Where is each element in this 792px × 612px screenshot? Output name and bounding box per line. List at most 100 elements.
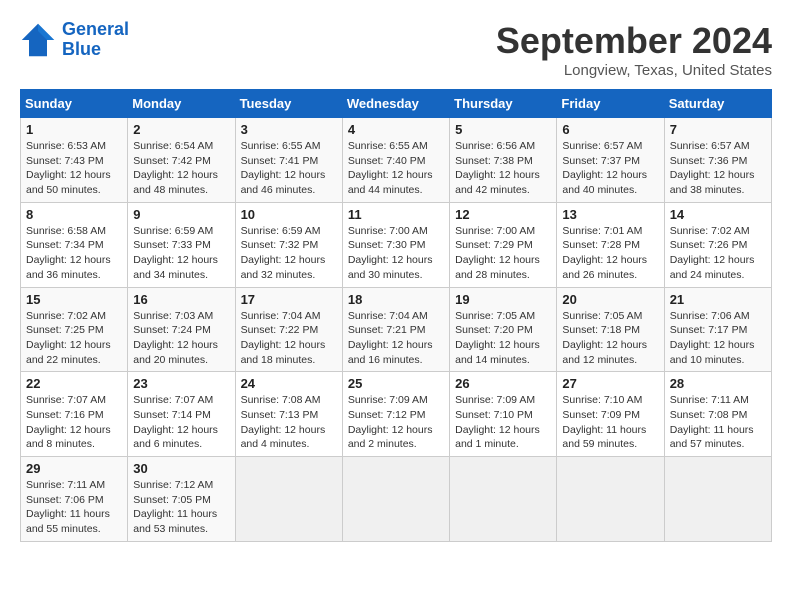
day-number: 17: [241, 292, 337, 307]
day-info: Sunrise: 7:10 AMSunset: 7:09 PMDaylight:…: [562, 393, 658, 452]
calendar-cell: [557, 457, 664, 542]
calendar-cell: 9 Sunrise: 6:59 AMSunset: 7:33 PMDaylight…: [128, 202, 235, 287]
calendar-week-row: 29Sunrise: 7:11 AMSunset: 7:06 PMDayligh…: [21, 457, 772, 542]
calendar-cell: 2Sunrise: 6:54 AMSunset: 7:42 PMDaylight…: [128, 118, 235, 203]
column-header-sunday: Sunday: [21, 90, 128, 118]
column-header-tuesday: Tuesday: [235, 90, 342, 118]
calendar-cell: 10Sunrise: 6:59 AMSunset: 7:32 PMDayligh…: [235, 202, 342, 287]
day-info: Sunrise: 7:07 AMSunset: 7:16 PMDaylight:…: [26, 393, 122, 452]
calendar-cell: 22 Sunrise: 7:07 AMSunset: 7:16 PMDayligh…: [21, 372, 128, 457]
calendar-cell: 20Sunrise: 7:05 AMSunset: 7:18 PMDayligh…: [557, 287, 664, 372]
day-info: Sunrise: 7:09 AMSunset: 7:10 PMDaylight:…: [455, 393, 551, 452]
day-info: Sunrise: 7:01 AMSunset: 7:28 PMDaylight:…: [562, 224, 658, 283]
day-info: Sunrise: 7:02 AMSunset: 7:25 PMDaylight:…: [26, 309, 122, 368]
column-header-wednesday: Wednesday: [342, 90, 449, 118]
calendar-cell: 17 Sunrise: 7:04 AMSunset: 7:22 PMDayligh…: [235, 287, 342, 372]
day-number: 20: [562, 292, 658, 307]
day-number: 13: [562, 207, 658, 222]
day-number: 2: [133, 122, 229, 137]
calendar-cell: 26 Sunrise: 7:09 AMSunset: 7:10 PMDayligh…: [450, 372, 557, 457]
column-header-saturday: Saturday: [664, 90, 771, 118]
day-number: 24: [241, 376, 337, 391]
day-number: 11: [348, 207, 444, 222]
calendar-week-row: 1Sunrise: 6:53 AMSunset: 7:43 PMDaylight…: [21, 118, 772, 203]
calendar-cell: 25Sunrise: 7:09 AMSunset: 7:12 PMDayligh…: [342, 372, 449, 457]
day-number: 28: [670, 376, 766, 391]
calendar-cell: 19 Sunrise: 7:05 AMSunset: 7:20 PMDayligh…: [450, 287, 557, 372]
day-info: Sunrise: 7:00 AMSunset: 7:29 PMDaylight:…: [455, 224, 551, 283]
day-info: Sunrise: 6:56 AMSunset: 7:38 PMDaylight:…: [455, 139, 551, 198]
calendar-week-row: 8 Sunrise: 6:58 AMSunset: 7:34 PMDaylight…: [21, 202, 772, 287]
day-number: 14: [670, 207, 766, 222]
day-info: Sunrise: 7:02 AMSunset: 7:26 PMDaylight:…: [670, 224, 766, 283]
calendar-cell: 5 Sunrise: 6:56 AMSunset: 7:38 PMDaylight…: [450, 118, 557, 203]
day-info: Sunrise: 7:05 AMSunset: 7:20 PMDaylight:…: [455, 309, 551, 368]
calendar-cell: [235, 457, 342, 542]
logo-icon: [20, 22, 56, 58]
day-info: Sunrise: 6:57 AMSunset: 7:36 PMDaylight:…: [670, 139, 766, 198]
calendar-header-row: SundayMondayTuesdayWednesdayThursdayFrid…: [21, 90, 772, 118]
title-block: September 2024 Longview, Texas, United S…: [496, 20, 772, 79]
calendar-cell: 29Sunrise: 7:11 AMSunset: 7:06 PMDayligh…: [21, 457, 128, 542]
calendar-week-row: 22 Sunrise: 7:07 AMSunset: 7:16 PMDayligh…: [21, 372, 772, 457]
day-number: 18: [348, 292, 444, 307]
day-info: Sunrise: 7:08 AMSunset: 7:13 PMDaylight:…: [241, 393, 337, 452]
day-info: Sunrise: 6:59 AMSunset: 7:33 PMDaylight:…: [133, 224, 229, 283]
day-number: 21: [670, 292, 766, 307]
calendar-cell: 16 Sunrise: 7:03 AMSunset: 7:24 PMDayligh…: [128, 287, 235, 372]
day-number: 6: [562, 122, 658, 137]
day-number: 16: [133, 292, 229, 307]
day-info: Sunrise: 7:04 AMSunset: 7:21 PMDaylight:…: [348, 309, 444, 368]
day-number: 25: [348, 376, 444, 391]
day-info: Sunrise: 7:11 AMSunset: 7:08 PMDaylight:…: [670, 393, 766, 452]
calendar-cell: 30Sunrise: 7:12 AMSunset: 7:05 PMDayligh…: [128, 457, 235, 542]
calendar-cell: 14 Sunrise: 7:02 AMSunset: 7:26 PMDayligh…: [664, 202, 771, 287]
calendar-cell: 1Sunrise: 6:53 AMSunset: 7:43 PMDaylight…: [21, 118, 128, 203]
calendar-cell: 4 Sunrise: 6:55 AMSunset: 7:40 PMDaylight…: [342, 118, 449, 203]
day-info: Sunrise: 6:58 AMSunset: 7:34 PMDaylight:…: [26, 224, 122, 283]
calendar-cell: 21 Sunrise: 7:06 AMSunset: 7:17 PMDayligh…: [664, 287, 771, 372]
day-info: Sunrise: 7:00 AMSunset: 7:30 PMDaylight:…: [348, 224, 444, 283]
calendar-cell: 8 Sunrise: 6:58 AMSunset: 7:34 PMDaylight…: [21, 202, 128, 287]
day-number: 15: [26, 292, 122, 307]
column-header-friday: Friday: [557, 90, 664, 118]
column-header-thursday: Thursday: [450, 90, 557, 118]
day-info: Sunrise: 7:12 AMSunset: 7:05 PMDaylight:…: [133, 478, 229, 537]
day-number: 26: [455, 376, 551, 391]
day-info: Sunrise: 6:53 AMSunset: 7:43 PMDaylight:…: [26, 139, 122, 198]
calendar-cell: 3Sunrise: 6:55 AMSunset: 7:41 PMDaylight…: [235, 118, 342, 203]
day-number: 10: [241, 207, 337, 222]
day-number: 22: [26, 376, 122, 391]
day-info: Sunrise: 7:07 AMSunset: 7:14 PMDaylight:…: [133, 393, 229, 452]
day-info: Sunrise: 7:03 AMSunset: 7:24 PMDaylight:…: [133, 309, 229, 368]
day-number: 23: [133, 376, 229, 391]
logo-line2: Blue: [62, 39, 101, 59]
calendar-cell: 12Sunrise: 7:00 AMSunset: 7:29 PMDayligh…: [450, 202, 557, 287]
calendar-cell: [342, 457, 449, 542]
calendar-cell: 13 Sunrise: 7:01 AMSunset: 7:28 PMDayligh…: [557, 202, 664, 287]
calendar-cell: 18 Sunrise: 7:04 AMSunset: 7:21 PMDayligh…: [342, 287, 449, 372]
calendar-cell: 6Sunrise: 6:57 AMSunset: 7:37 PMDaylight…: [557, 118, 664, 203]
day-number: 19: [455, 292, 551, 307]
calendar-cell: 7 Sunrise: 6:57 AMSunset: 7:36 PMDaylight…: [664, 118, 771, 203]
day-info: Sunrise: 6:55 AMSunset: 7:41 PMDaylight:…: [241, 139, 337, 198]
day-number: 4: [348, 122, 444, 137]
calendar-cell: 23 Sunrise: 7:07 AMSunset: 7:14 PMDayligh…: [128, 372, 235, 457]
day-number: 5: [455, 122, 551, 137]
day-info: Sunrise: 6:55 AMSunset: 7:40 PMDaylight:…: [348, 139, 444, 198]
calendar-week-row: 15 Sunrise: 7:02 AMSunset: 7:25 PMDayligh…: [21, 287, 772, 372]
calendar-cell: 15 Sunrise: 7:02 AMSunset: 7:25 PMDayligh…: [21, 287, 128, 372]
logo: General Blue: [20, 20, 129, 60]
calendar-cell: [664, 457, 771, 542]
day-info: Sunrise: 7:06 AMSunset: 7:17 PMDaylight:…: [670, 309, 766, 368]
day-info: Sunrise: 7:04 AMSunset: 7:22 PMDaylight:…: [241, 309, 337, 368]
day-number: 27: [562, 376, 658, 391]
day-number: 8: [26, 207, 122, 222]
calendar-cell: 27 Sunrise: 7:10 AMSunset: 7:09 PMDayligh…: [557, 372, 664, 457]
day-number: 7: [670, 122, 766, 137]
logo-text: General Blue: [62, 20, 129, 60]
calendar-cell: 24 Sunrise: 7:08 AMSunset: 7:13 PMDayligh…: [235, 372, 342, 457]
day-number: 9: [133, 207, 229, 222]
calendar-subtitle: Longview, Texas, United States: [496, 62, 772, 79]
calendar-table: SundayMondayTuesdayWednesdayThursdayFrid…: [20, 89, 772, 542]
